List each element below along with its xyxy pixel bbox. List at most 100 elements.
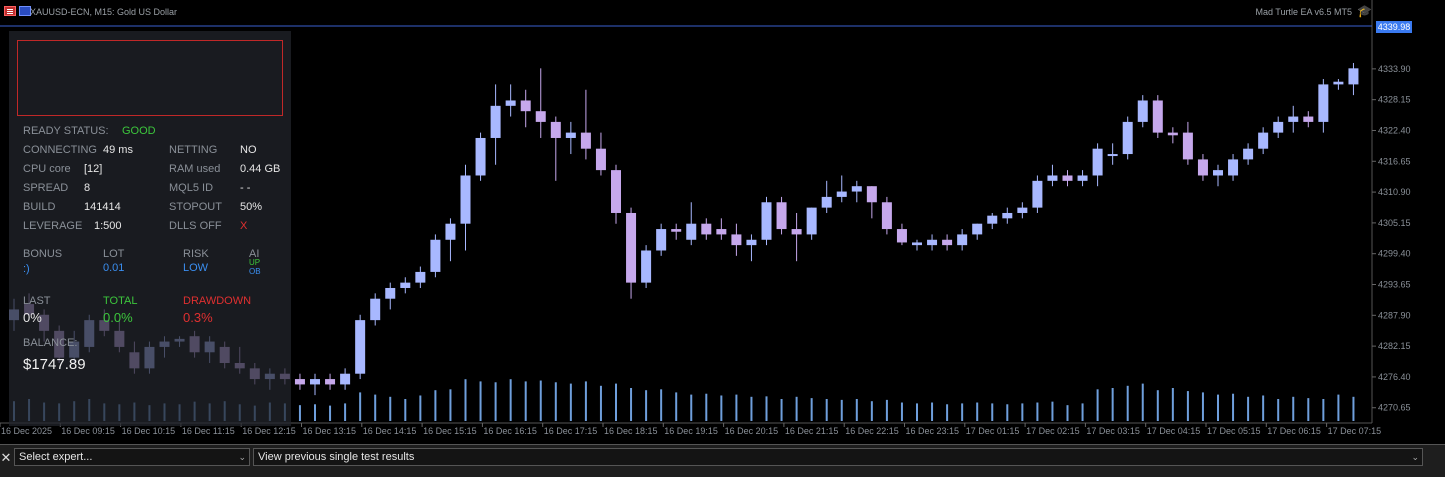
candle-bear <box>701 223 712 235</box>
time-tick-label: 16 Dec 13:15 <box>303 426 357 436</box>
bonus-label: BONUS <box>23 248 63 260</box>
expert-select[interactable]: Select expert... ⌄ <box>14 448 250 466</box>
candle-bear <box>1167 132 1178 136</box>
candle-bear <box>595 148 606 171</box>
candle-bull <box>1122 121 1133 155</box>
close-icon[interactable]: ✕ <box>0 449 12 467</box>
candle-bull <box>475 137 486 176</box>
ai-up-value: UP <box>249 258 261 267</box>
netting-value: NO <box>240 144 257 156</box>
candle-bull <box>1243 148 1254 160</box>
time-tick-label: 17 Dec 04:15 <box>1147 426 1201 436</box>
candle-bull <box>370 298 381 321</box>
time-tick-label: 16 Dec 23:15 <box>906 426 960 436</box>
time-tick-label: 16 Dec 18:15 <box>604 426 658 436</box>
candle-bear <box>881 202 892 230</box>
build-value: 141414 <box>84 201 121 213</box>
candle-bear <box>294 379 305 385</box>
leverage-label: LEVERAGE <box>23 220 83 232</box>
price-tick-label: 4316.65 <box>1378 156 1411 166</box>
candle-bull <box>445 223 456 240</box>
chart-header: XAUUSD-ECN, M15: Gold US Dollar Mad Turt… <box>0 0 1372 26</box>
ram-value: 0.44 GB <box>240 163 281 175</box>
results-select-value: View previous single test results <box>258 451 415 463</box>
spread-value: 8 <box>84 182 91 194</box>
mql5-id-label: MQL5 ID <box>169 182 214 194</box>
time-tick-label: 16 Dec 15:15 <box>423 426 477 436</box>
candle-bull <box>565 132 576 138</box>
candle-bull <box>430 239 441 272</box>
candle-bull <box>1318 84 1329 122</box>
balance-label: BALANCE: <box>23 337 78 349</box>
balance-value: $1747.89 <box>23 356 86 373</box>
candle-bull <box>1288 116 1299 122</box>
results-select[interactable]: View previous single test results ⌄ <box>253 448 1423 466</box>
ram-label: RAM used <box>169 163 221 175</box>
candle-bear <box>866 186 877 203</box>
candle-bear <box>550 121 561 138</box>
candle-bear <box>325 379 336 385</box>
price-tick-label: 4270.65 <box>1378 403 1411 413</box>
time-tick-label: 17 Dec 06:15 <box>1267 426 1321 436</box>
candle-bull <box>851 186 862 192</box>
hat-icon[interactable]: 🎓 <box>1357 4 1372 18</box>
chevron-down-icon: ⌄ <box>238 452 246 462</box>
candle-bull <box>310 379 320 385</box>
candle-bull <box>972 223 983 235</box>
candle-bear <box>580 132 591 149</box>
ai-ob-value: OB <box>249 267 261 276</box>
candle-bear <box>611 170 621 213</box>
build-label: BUILD <box>23 201 56 213</box>
candle-bear <box>716 229 727 235</box>
time-tick-label: 16 Dec 20:15 <box>725 426 779 436</box>
candle-bull <box>821 196 832 208</box>
last-value: 0% <box>23 310 42 325</box>
candle-bull <box>761 202 772 240</box>
price-tick-label: 4328.15 <box>1378 95 1411 105</box>
candle-bear <box>791 229 802 235</box>
candle-bull <box>957 234 968 246</box>
time-tick-label: 16 Dec 12:15 <box>242 426 296 436</box>
price-tick-label: 4276.40 <box>1378 372 1411 382</box>
price-tick-label: 4310.90 <box>1378 187 1411 197</box>
logo-frame <box>17 40 283 116</box>
candle-bull <box>1258 132 1269 149</box>
total-value: 0.0% <box>103 310 133 325</box>
candle-bear <box>896 229 907 243</box>
ready-status-value: GOOD <box>122 125 156 137</box>
time-tick-label: 17 Dec 05:15 <box>1207 426 1261 436</box>
leverage-value: 1:500 <box>94 220 122 232</box>
ready-status-label: READY STATUS: <box>23 125 109 137</box>
candle-bull <box>656 229 667 251</box>
candle-bull <box>355 320 366 374</box>
candle-bull <box>505 100 516 106</box>
candle-bull <box>1228 159 1239 176</box>
candle-bull <box>1333 81 1344 85</box>
stopout-value: 50% <box>240 201 263 213</box>
candle-bear <box>1182 132 1193 160</box>
cpu-label: CPU core <box>23 163 71 175</box>
stopout-label: STOPOUT <box>169 201 222 213</box>
time-tick-label: 16 Dec 16:15 <box>483 426 537 436</box>
candle-bull <box>836 191 847 197</box>
candle-bull <box>340 373 351 385</box>
candle-bull <box>1017 207 1028 213</box>
chart-area[interactable]: 4270.65 4276.40 4282.15 4287.90 4293.65 4299.… <box>0 0 1445 440</box>
candle-bear <box>1152 100 1163 133</box>
price-tick-label: 4293.65 <box>1378 280 1411 290</box>
candle-bear <box>731 234 742 246</box>
price-tick-label: 4299.40 <box>1378 249 1411 259</box>
cpu-value: [12] <box>84 163 103 175</box>
ea-info-panel: READY STATUS: GOOD CONNECTING 49 ms NETT… <box>9 31 291 426</box>
mql5-id-value: - - <box>240 182 251 194</box>
netting-label: NETTING <box>169 144 218 156</box>
menu-icon[interactable] <box>4 6 16 16</box>
candle-bull <box>686 223 697 240</box>
ea-name-label: Mad Turtle EA v6.5 MT5 <box>1255 7 1352 17</box>
price-tick-label: 4305.15 <box>1378 218 1411 228</box>
lot-value: 0.01 <box>103 262 125 274</box>
time-tick-label: 16 Dec 10:15 <box>122 426 176 436</box>
candle-bull <box>1047 175 1058 181</box>
candle-bull <box>912 242 922 246</box>
candle-bear <box>535 111 546 122</box>
